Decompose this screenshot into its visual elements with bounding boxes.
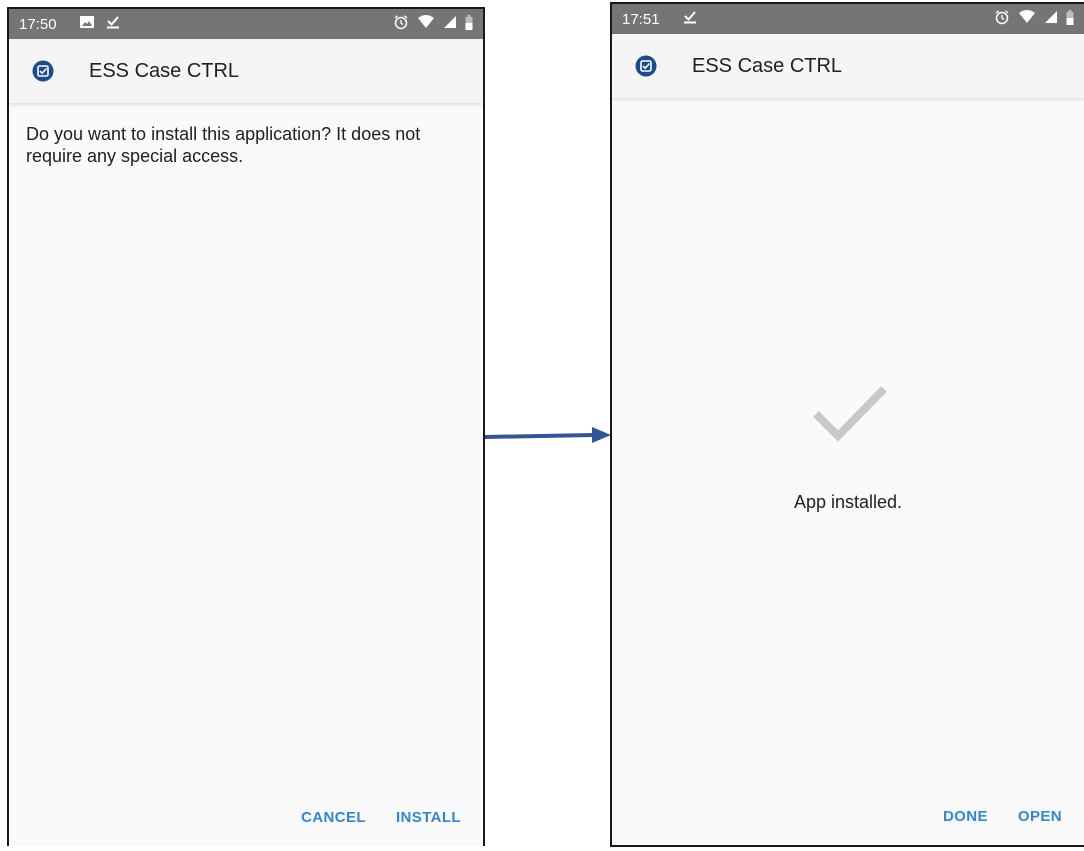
download-done-icon (682, 10, 698, 28)
done-button[interactable]: DONE (943, 808, 988, 825)
image-icon (79, 15, 95, 33)
install-complete-screen: 17:51 ESS Case CTRL App installed. DONE … (610, 2, 1084, 847)
checkmark-icon (813, 386, 887, 442)
signal-icon (443, 15, 457, 33)
wifi-icon (417, 15, 435, 33)
app-bar: ESS Case CTRL (9, 39, 483, 103)
alarm-icon (994, 9, 1010, 29)
wifi-icon (1018, 10, 1036, 28)
download-done-icon (105, 15, 121, 33)
install-prompt-screen: 17:50 ESS Case CTRL Do you want to insta… (7, 7, 485, 846)
open-button[interactable]: OPEN (1018, 808, 1062, 825)
app-checkbox-icon (31, 59, 55, 83)
install-message: Do you want to install this application?… (26, 124, 421, 166)
status-bar: 17:50 (9, 9, 483, 39)
alarm-icon (393, 14, 409, 34)
status-time: 17:51 (622, 10, 660, 28)
transition-arrow-icon (484, 427, 611, 443)
install-status-text: App installed. (793, 492, 903, 512)
dialog-actions: CANCEL INSTALL (301, 809, 461, 826)
app-title: ESS Case CTRL (692, 54, 843, 77)
status-time: 17:50 (19, 15, 57, 33)
signal-icon (1044, 10, 1058, 28)
dialog-actions: DONE OPEN (943, 808, 1062, 825)
app-bar: ESS Case CTRL (612, 34, 1084, 98)
battery-icon (465, 14, 473, 34)
page: 17:50 ESS Case CTRL Do you want to insta… (0, 0, 1084, 851)
app-title: ESS Case CTRL (89, 59, 240, 82)
cancel-button[interactable]: CANCEL (301, 809, 366, 826)
battery-icon (1066, 9, 1074, 29)
app-checkbox-icon (634, 54, 658, 78)
install-button[interactable]: INSTALL (396, 809, 461, 826)
status-bar: 17:51 (612, 4, 1084, 34)
